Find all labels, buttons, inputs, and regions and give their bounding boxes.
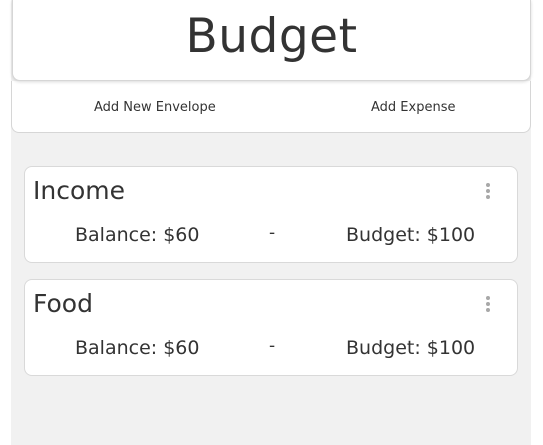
budget-app: Budget Add New Envelope Add Expense Inco… xyxy=(11,0,531,445)
envelope-budget: Budget: $100 xyxy=(346,224,476,246)
nav-bar: Add New Envelope Add Expense xyxy=(11,81,531,133)
envelope-balance: Balance: $60 xyxy=(75,337,200,359)
page-title: Budget xyxy=(185,9,358,64)
envelope-separator: - xyxy=(269,336,276,356)
envelope-separator: - xyxy=(269,223,276,243)
add-expense-link[interactable]: Add Expense xyxy=(371,100,455,116)
envelope-name: Income xyxy=(33,176,125,205)
envelope-name: Food xyxy=(33,289,93,318)
add-new-envelope-link[interactable]: Add New Envelope xyxy=(94,100,216,116)
envelope-budget: Budget: $100 xyxy=(346,337,476,359)
envelope-balance: Balance: $60 xyxy=(75,224,200,246)
more-vertical-icon[interactable] xyxy=(485,183,491,201)
more-vertical-icon[interactable] xyxy=(485,296,491,314)
envelope-card-income: Income Balance: $60 - Budget: $100 xyxy=(24,166,518,263)
envelope-card-food: Food Balance: $60 - Budget: $100 xyxy=(24,279,518,376)
header-card: Budget xyxy=(12,0,531,81)
